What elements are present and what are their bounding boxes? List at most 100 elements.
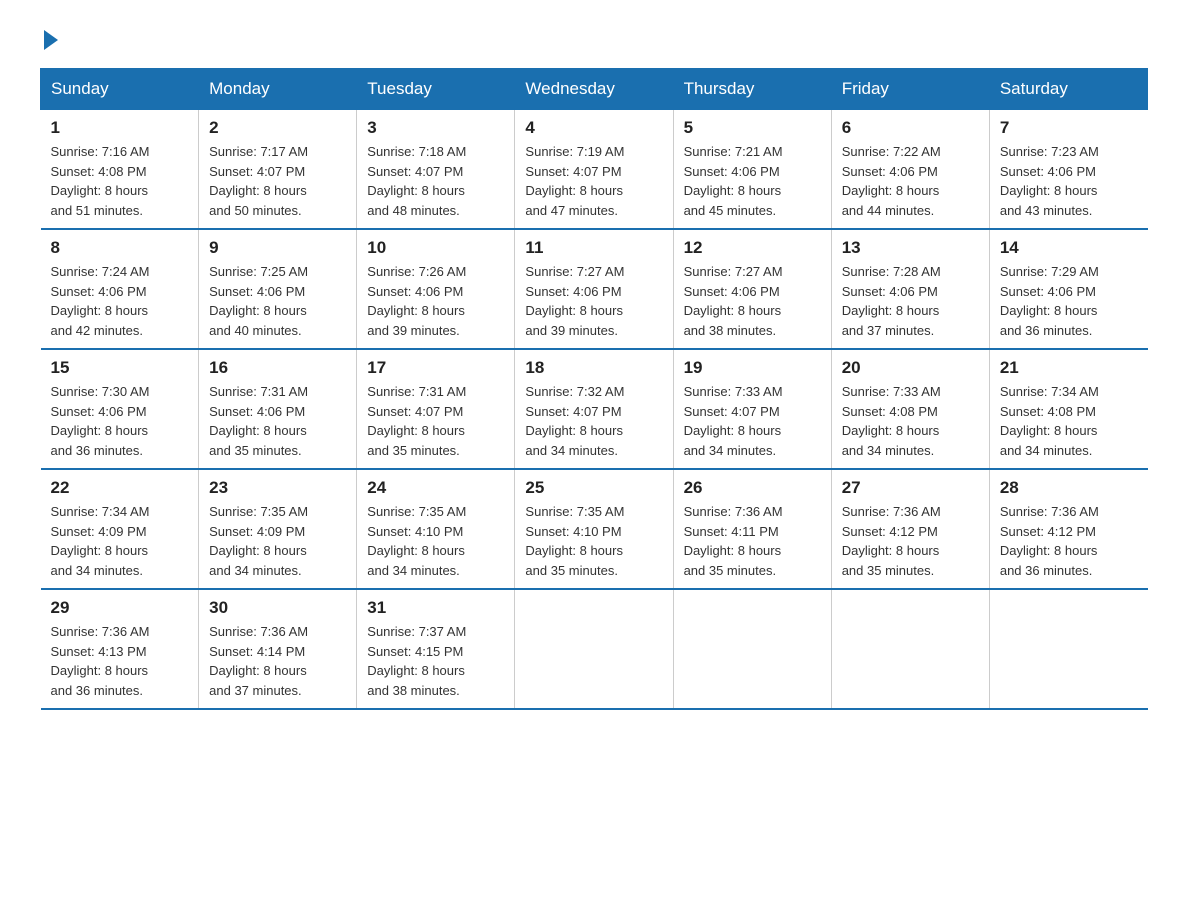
day-number: 29 bbox=[51, 598, 189, 618]
calendar-cell bbox=[515, 589, 673, 709]
day-number: 15 bbox=[51, 358, 189, 378]
calendar-cell: 31Sunrise: 7:37 AMSunset: 4:15 PMDayligh… bbox=[357, 589, 515, 709]
weekday-header-monday: Monday bbox=[199, 69, 357, 110]
calendar-cell: 26Sunrise: 7:36 AMSunset: 4:11 PMDayligh… bbox=[673, 469, 831, 589]
day-info: Sunrise: 7:36 AMSunset: 4:11 PMDaylight:… bbox=[684, 502, 821, 580]
calendar-cell: 10 Sunrise: 7:26 AMSunset: 4:06 PMDayligh… bbox=[357, 229, 515, 349]
day-info: Sunrise: 7:33 AMSunset: 4:07 PMDaylight:… bbox=[684, 382, 821, 460]
day-number: 17 bbox=[367, 358, 504, 378]
calendar-cell: 2Sunrise: 7:17 AMSunset: 4:07 PMDaylight… bbox=[199, 110, 357, 230]
calendar-cell bbox=[673, 589, 831, 709]
day-info: Sunrise: 7:36 AMSunset: 4:12 PMDaylight:… bbox=[1000, 502, 1138, 580]
calendar-cell: 5 Sunrise: 7:21 AMSunset: 4:06 PMDaylight… bbox=[673, 110, 831, 230]
calendar-cell: 19 Sunrise: 7:33 AMSunset: 4:07 PMDayligh… bbox=[673, 349, 831, 469]
day-info: Sunrise: 7:27 AMSunset: 4:06 PMDaylight:… bbox=[684, 262, 821, 340]
calendar-cell bbox=[831, 589, 989, 709]
calendar-cell: 6 Sunrise: 7:22 AMSunset: 4:06 PMDaylight… bbox=[831, 110, 989, 230]
calendar-cell: 3 Sunrise: 7:18 AMSunset: 4:07 PMDaylight… bbox=[357, 110, 515, 230]
calendar-cell bbox=[989, 589, 1147, 709]
day-info: Sunrise: 7:35 AMSunset: 4:10 PMDaylight:… bbox=[367, 502, 504, 580]
day-number: 20 bbox=[842, 358, 979, 378]
day-number: 16 bbox=[209, 358, 346, 378]
day-info: Sunrise: 7:31 AMSunset: 4:07 PMDaylight:… bbox=[367, 382, 504, 460]
day-number: 7 bbox=[1000, 118, 1138, 138]
day-number: 19 bbox=[684, 358, 821, 378]
day-info: Sunrise: 7:33 AMSunset: 4:08 PMDaylight:… bbox=[842, 382, 979, 460]
day-number: 28 bbox=[1000, 478, 1138, 498]
day-info: Sunrise: 7:25 AMSunset: 4:06 PMDaylight:… bbox=[209, 262, 346, 340]
day-number: 18 bbox=[525, 358, 662, 378]
day-info: Sunrise: 7:19 AMSunset: 4:07 PMDaylight:… bbox=[525, 142, 662, 220]
day-info: Sunrise: 7:30 AMSunset: 4:06 PMDaylight:… bbox=[51, 382, 189, 460]
weekday-header-sunday: Sunday bbox=[41, 69, 199, 110]
calendar-week-row: 1 Sunrise: 7:16 AMSunset: 4:08 PMDaylight… bbox=[41, 110, 1148, 230]
day-info: Sunrise: 7:24 AMSunset: 4:06 PMDaylight:… bbox=[51, 262, 189, 340]
day-number: 2 bbox=[209, 118, 346, 138]
day-info: Sunrise: 7:27 AMSunset: 4:06 PMDaylight:… bbox=[525, 262, 662, 340]
day-info: Sunrise: 7:35 AMSunset: 4:09 PMDaylight:… bbox=[209, 502, 346, 580]
day-info: Sunrise: 7:26 AMSunset: 4:06 PMDaylight:… bbox=[367, 262, 504, 340]
weekday-header-thursday: Thursday bbox=[673, 69, 831, 110]
day-number: 6 bbox=[842, 118, 979, 138]
day-number: 23 bbox=[209, 478, 346, 498]
calendar-cell: 23 Sunrise: 7:35 AMSunset: 4:09 PMDayligh… bbox=[199, 469, 357, 589]
day-number: 1 bbox=[51, 118, 189, 138]
day-info: Sunrise: 7:21 AMSunset: 4:06 PMDaylight:… bbox=[684, 142, 821, 220]
day-number: 22 bbox=[51, 478, 189, 498]
calendar-cell: 20 Sunrise: 7:33 AMSunset: 4:08 PMDayligh… bbox=[831, 349, 989, 469]
day-info: Sunrise: 7:22 AMSunset: 4:06 PMDaylight:… bbox=[842, 142, 979, 220]
day-info: Sunrise: 7:16 AMSunset: 4:08 PMDaylight:… bbox=[51, 142, 189, 220]
calendar-cell: 17 Sunrise: 7:31 AMSunset: 4:07 PMDayligh… bbox=[357, 349, 515, 469]
day-info: Sunrise: 7:34 AMSunset: 4:08 PMDaylight:… bbox=[1000, 382, 1138, 460]
day-number: 9 bbox=[209, 238, 346, 258]
day-info: Sunrise: 7:34 AMSunset: 4:09 PMDaylight:… bbox=[51, 502, 189, 580]
day-info: Sunrise: 7:35 AMSunset: 4:10 PMDaylight:… bbox=[525, 502, 662, 580]
day-info: Sunrise: 7:23 AMSunset: 4:06 PMDaylight:… bbox=[1000, 142, 1138, 220]
weekday-header-saturday: Saturday bbox=[989, 69, 1147, 110]
calendar-cell: 22 Sunrise: 7:34 AMSunset: 4:09 PMDayligh… bbox=[41, 469, 199, 589]
day-number: 24 bbox=[367, 478, 504, 498]
calendar-cell: 8 Sunrise: 7:24 AMSunset: 4:06 PMDaylight… bbox=[41, 229, 199, 349]
logo bbox=[40, 30, 58, 48]
calendar-week-row: 29Sunrise: 7:36 AMSunset: 4:13 PMDayligh… bbox=[41, 589, 1148, 709]
calendar-cell: 25Sunrise: 7:35 AMSunset: 4:10 PMDayligh… bbox=[515, 469, 673, 589]
logo-blue-text bbox=[40, 30, 58, 48]
day-number: 13 bbox=[842, 238, 979, 258]
calendar-cell: 7 Sunrise: 7:23 AMSunset: 4:06 PMDaylight… bbox=[989, 110, 1147, 230]
calendar-cell: 28 Sunrise: 7:36 AMSunset: 4:12 PMDayligh… bbox=[989, 469, 1147, 589]
calendar-cell: 14Sunrise: 7:29 AMSunset: 4:06 PMDayligh… bbox=[989, 229, 1147, 349]
day-number: 14 bbox=[1000, 238, 1138, 258]
day-number: 11 bbox=[525, 238, 662, 258]
day-number: 4 bbox=[525, 118, 662, 138]
weekday-header-tuesday: Tuesday bbox=[357, 69, 515, 110]
weekday-header-wednesday: Wednesday bbox=[515, 69, 673, 110]
calendar-cell: 21Sunrise: 7:34 AMSunset: 4:08 PMDayligh… bbox=[989, 349, 1147, 469]
day-number: 30 bbox=[209, 598, 346, 618]
calendar-cell: 16 Sunrise: 7:31 AMSunset: 4:06 PMDayligh… bbox=[199, 349, 357, 469]
calendar-cell: 27 Sunrise: 7:36 AMSunset: 4:12 PMDayligh… bbox=[831, 469, 989, 589]
page-header bbox=[40, 30, 1148, 48]
calendar-cell: 13 Sunrise: 7:28 AMSunset: 4:06 PMDayligh… bbox=[831, 229, 989, 349]
calendar-cell: 9 Sunrise: 7:25 AMSunset: 4:06 PMDaylight… bbox=[199, 229, 357, 349]
day-number: 10 bbox=[367, 238, 504, 258]
calendar-cell: 29Sunrise: 7:36 AMSunset: 4:13 PMDayligh… bbox=[41, 589, 199, 709]
calendar-week-row: 22 Sunrise: 7:34 AMSunset: 4:09 PMDayligh… bbox=[41, 469, 1148, 589]
day-number: 31 bbox=[367, 598, 504, 618]
logo-arrow-icon bbox=[44, 30, 58, 50]
day-number: 5 bbox=[684, 118, 821, 138]
weekday-header-row: SundayMondayTuesdayWednesdayThursdayFrid… bbox=[41, 69, 1148, 110]
calendar-cell: 11 Sunrise: 7:27 AMSunset: 4:06 PMDayligh… bbox=[515, 229, 673, 349]
calendar-week-row: 8 Sunrise: 7:24 AMSunset: 4:06 PMDaylight… bbox=[41, 229, 1148, 349]
day-number: 27 bbox=[842, 478, 979, 498]
calendar-table: SundayMondayTuesdayWednesdayThursdayFrid… bbox=[40, 68, 1148, 710]
calendar-cell: 4 Sunrise: 7:19 AMSunset: 4:07 PMDaylight… bbox=[515, 110, 673, 230]
day-info: Sunrise: 7:36 AMSunset: 4:12 PMDaylight:… bbox=[842, 502, 979, 580]
calendar-cell: 24 Sunrise: 7:35 AMSunset: 4:10 PMDayligh… bbox=[357, 469, 515, 589]
day-info: Sunrise: 7:31 AMSunset: 4:06 PMDaylight:… bbox=[209, 382, 346, 460]
day-info: Sunrise: 7:28 AMSunset: 4:06 PMDaylight:… bbox=[842, 262, 979, 340]
calendar-cell: 18Sunrise: 7:32 AMSunset: 4:07 PMDayligh… bbox=[515, 349, 673, 469]
day-number: 8 bbox=[51, 238, 189, 258]
day-number: 3 bbox=[367, 118, 504, 138]
day-info: Sunrise: 7:36 AMSunset: 4:14 PMDaylight:… bbox=[209, 622, 346, 700]
day-info: Sunrise: 7:18 AMSunset: 4:07 PMDaylight:… bbox=[367, 142, 504, 220]
